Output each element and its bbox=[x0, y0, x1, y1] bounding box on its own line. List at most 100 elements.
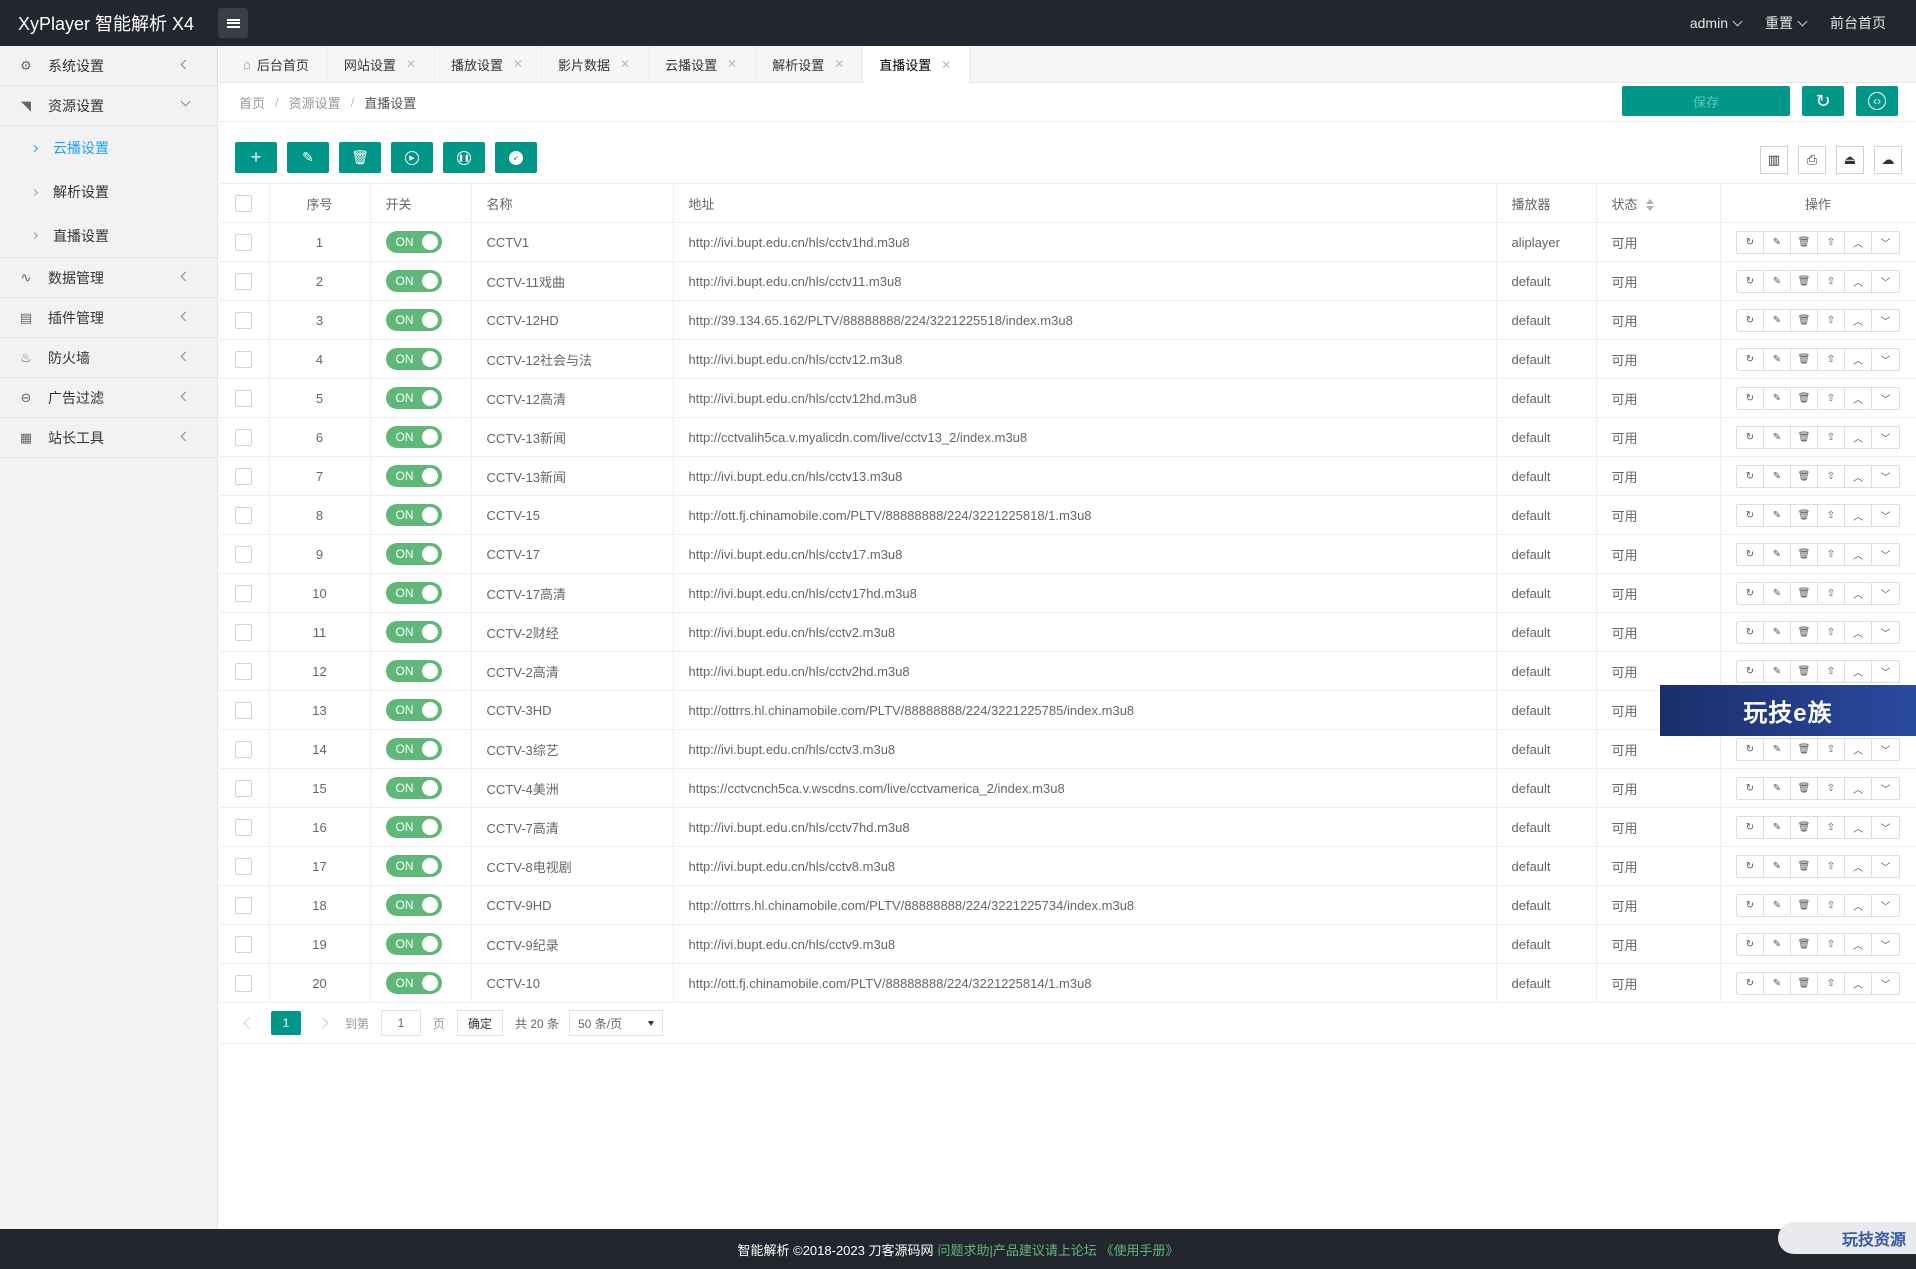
refresh-icon[interactable]: ↻ bbox=[1737, 309, 1764, 331]
trash-icon[interactable]: 🗑 bbox=[1791, 426, 1818, 448]
row-checkbox[interactable] bbox=[235, 233, 253, 251]
row-checkbox[interactable] bbox=[235, 506, 253, 524]
upload-icon[interactable]: ⇧ bbox=[1818, 621, 1845, 643]
upload-icon[interactable]: ⇧ bbox=[1818, 894, 1845, 916]
row-checkbox[interactable] bbox=[235, 974, 253, 992]
row-checkbox[interactable] bbox=[235, 311, 253, 329]
row-checkbox[interactable] bbox=[235, 935, 253, 953]
move-up-icon[interactable]: ︿ bbox=[1845, 777, 1872, 799]
upload-icon[interactable]: ⇧ bbox=[1818, 582, 1845, 604]
upload-icon[interactable]: ⇧ bbox=[1818, 231, 1845, 253]
row-checkbox-cell[interactable] bbox=[219, 768, 270, 808]
breadcrumb-section[interactable]: 资源设置 bbox=[289, 93, 341, 112]
row-checkbox-cell[interactable] bbox=[219, 222, 270, 262]
row-switch-cell[interactable]: ON bbox=[370, 651, 472, 691]
move-down-icon[interactable]: ﹀ bbox=[1872, 778, 1899, 799]
upload-icon[interactable]: ⇧ bbox=[1818, 387, 1845, 409]
row-checkbox-cell[interactable] bbox=[219, 807, 270, 847]
row-checkbox[interactable] bbox=[235, 350, 253, 368]
row-switch-cell[interactable]: ON bbox=[370, 378, 472, 418]
move-down-icon[interactable]: ﹀ bbox=[1872, 427, 1899, 448]
move-down-icon[interactable]: ﹀ bbox=[1872, 466, 1899, 487]
trash-icon[interactable]: 🗑 bbox=[1791, 972, 1818, 994]
row-checkbox-cell[interactable] bbox=[219, 456, 270, 496]
upload-icon[interactable]: ⇧ bbox=[1818, 777, 1845, 799]
row-checkbox[interactable] bbox=[235, 818, 253, 836]
row-checkbox-cell[interactable] bbox=[219, 573, 270, 613]
sidebar-item-adfilter[interactable]: ⊖ 广告过滤 bbox=[0, 378, 217, 418]
refresh-icon[interactable]: ↻ bbox=[1737, 816, 1764, 838]
refresh-icon[interactable]: ↻ bbox=[1737, 894, 1764, 916]
sidebar-subitem-cloud[interactable]: 云播设置 bbox=[0, 126, 217, 170]
edit-icon[interactable]: ✎ bbox=[1764, 231, 1791, 253]
move-down-icon[interactable]: ﹀ bbox=[1872, 271, 1899, 292]
refresh-icon[interactable]: ↻ bbox=[1737, 777, 1764, 799]
prev-page-icon[interactable] bbox=[243, 1017, 255, 1029]
sidebar-subitem-live[interactable]: 直播设置 bbox=[0, 214, 217, 258]
refresh-icon[interactable]: ↻ bbox=[1737, 621, 1764, 643]
row-checkbox[interactable] bbox=[235, 545, 253, 563]
play-button[interactable]: ▶ bbox=[391, 142, 433, 173]
export-button[interactable]: ⏏ bbox=[1836, 146, 1864, 174]
footer-help-link[interactable]: 问题求助|产品建议请上论坛 《使用手册》 bbox=[937, 1240, 1178, 1259]
row-switch-cell[interactable]: ON bbox=[370, 495, 472, 535]
row-checkbox[interactable] bbox=[235, 272, 253, 290]
upload-icon[interactable]: ⇧ bbox=[1818, 309, 1845, 331]
refresh-icon[interactable]: ↻ bbox=[1737, 270, 1764, 292]
row-checkbox-cell[interactable] bbox=[219, 495, 270, 535]
trash-icon[interactable]: 🗑 bbox=[1791, 270, 1818, 292]
refresh-icon[interactable]: ↻ bbox=[1737, 972, 1764, 994]
row-checkbox[interactable] bbox=[235, 623, 253, 641]
save-button[interactable]: 保存 bbox=[1622, 86, 1790, 116]
row-switch-cell[interactable]: ON bbox=[370, 261, 472, 301]
row-checkbox[interactable] bbox=[235, 896, 253, 914]
move-up-icon[interactable]: ︿ bbox=[1845, 504, 1872, 526]
sort-icon[interactable] bbox=[1645, 199, 1654, 212]
move-up-icon[interactable]: ︿ bbox=[1845, 309, 1872, 331]
upload-icon[interactable]: ⇧ bbox=[1818, 504, 1845, 526]
row-switch[interactable]: ON bbox=[385, 738, 442, 760]
row-switch[interactable]: ON bbox=[385, 972, 442, 994]
move-down-icon[interactable]: ﹀ bbox=[1872, 661, 1899, 682]
tab-cloud-settings[interactable]: 云播设置 ✕ bbox=[649, 46, 757, 82]
tab-play-settings[interactable]: 播放设置 ✕ bbox=[435, 46, 543, 82]
trash-icon[interactable]: 🗑 bbox=[1791, 933, 1818, 955]
close-icon[interactable]: ✕ bbox=[941, 58, 951, 72]
refresh-icon[interactable]: ↻ bbox=[1737, 504, 1764, 526]
tab-parse-settings[interactable]: 解析设置 ✕ bbox=[756, 46, 864, 82]
sidebar-item-resource[interactable]: ◥ 资源设置 bbox=[0, 86, 217, 126]
move-up-icon[interactable]: ︿ bbox=[1845, 621, 1872, 643]
row-checkbox[interactable] bbox=[235, 857, 253, 875]
add-button[interactable]: + bbox=[235, 142, 277, 173]
upload-icon[interactable]: ⇧ bbox=[1818, 855, 1845, 877]
cloud-upload-button[interactable]: ☁ bbox=[1874, 146, 1902, 174]
move-down-icon[interactable]: ﹀ bbox=[1872, 349, 1899, 370]
row-switch[interactable]: ON bbox=[385, 426, 442, 448]
refresh-icon[interactable]: ↻ bbox=[1737, 738, 1764, 760]
move-up-icon[interactable]: ︿ bbox=[1845, 426, 1872, 448]
row-switch-cell[interactable]: ON bbox=[370, 846, 472, 886]
move-down-icon[interactable]: ﹀ bbox=[1872, 973, 1899, 994]
edit-icon[interactable]: ✎ bbox=[1764, 738, 1791, 760]
row-switch[interactable]: ON bbox=[385, 348, 442, 370]
row-switch[interactable]: ON bbox=[385, 621, 442, 643]
trash-icon[interactable]: 🗑 bbox=[1791, 855, 1818, 877]
move-up-icon[interactable]: ︿ bbox=[1845, 894, 1872, 916]
refresh-icon[interactable]: ↻ bbox=[1737, 426, 1764, 448]
sidebar-item-system[interactable]: ⚙ 系统设置 bbox=[0, 46, 217, 86]
row-checkbox[interactable] bbox=[235, 389, 253, 407]
sidebar-item-plugin[interactable]: ▤ 插件管理 bbox=[0, 298, 217, 338]
edit-icon[interactable]: ✎ bbox=[1764, 270, 1791, 292]
row-checkbox[interactable] bbox=[235, 467, 253, 485]
trash-icon[interactable]: 🗑 bbox=[1791, 504, 1818, 526]
edit-icon[interactable]: ✎ bbox=[1764, 309, 1791, 331]
move-down-icon[interactable]: ﹀ bbox=[1872, 232, 1899, 253]
row-checkbox-cell[interactable] bbox=[219, 612, 270, 652]
next-page-icon[interactable] bbox=[317, 1017, 329, 1029]
row-checkbox[interactable] bbox=[235, 701, 253, 719]
move-up-icon[interactable]: ︿ bbox=[1845, 660, 1872, 682]
upload-icon[interactable]: ⇧ bbox=[1818, 270, 1845, 292]
edit-icon[interactable]: ✎ bbox=[1764, 426, 1791, 448]
trash-icon[interactable]: 🗑 bbox=[1791, 465, 1818, 487]
move-down-icon[interactable]: ﹀ bbox=[1872, 895, 1899, 916]
